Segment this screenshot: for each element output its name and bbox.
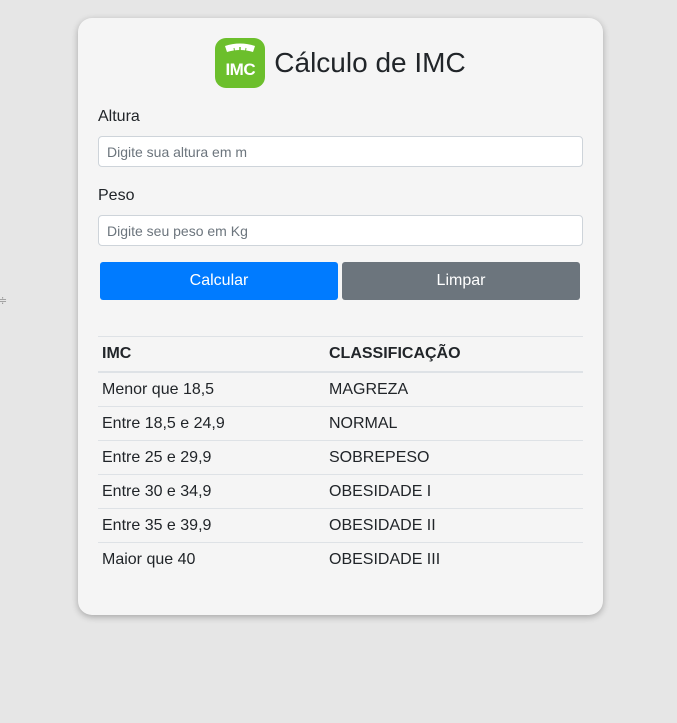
limpar-button[interactable]: Limpar xyxy=(342,262,580,300)
card-header: IMC Cálculo de IMC xyxy=(78,38,603,88)
imc-card: IMC Cálculo de IMC Altura Peso Calcular … xyxy=(78,18,603,615)
table-cell-classificacao: OBESIDADE III xyxy=(325,542,583,576)
table-cell-imc: Entre 30 e 34,9 xyxy=(98,474,325,509)
table-row: Entre 25 e 29,9 SOBREPESO xyxy=(98,440,583,475)
imc-table: IMC CLASSIFICAÇÃO Menor que 18,5 MAGREZA… xyxy=(98,336,583,576)
table-cell-classificacao: OBESIDADE I xyxy=(325,474,583,509)
table-cell-imc: Entre 25 e 29,9 xyxy=(98,440,325,475)
table-cell-classificacao: NORMAL xyxy=(325,406,583,441)
peso-label: Peso xyxy=(98,187,135,204)
table-row: Entre 18,5 e 24,9 NORMAL xyxy=(98,406,583,441)
table-cell-imc: Menor que 18,5 xyxy=(98,371,325,407)
table-header-imc: IMC xyxy=(98,336,325,373)
table-cell-imc: Entre 35 e 39,9 xyxy=(98,508,325,543)
table-row: Menor que 18,5 MAGREZA xyxy=(98,371,583,407)
altura-input[interactable] xyxy=(98,136,583,167)
table-header-row: IMC CLASSIFICAÇÃO xyxy=(98,336,583,373)
page-title: Cálculo de IMC xyxy=(274,47,466,78)
altura-label: Altura xyxy=(98,108,140,125)
logo-text: IMC xyxy=(225,60,256,79)
table-cell-imc: Maior que 40 xyxy=(98,542,325,576)
table-row: Entre 35 e 39,9 OBESIDADE II xyxy=(98,508,583,543)
table-cell-classificacao: SOBREPESO xyxy=(325,440,583,475)
table-cell-imc: Entre 18,5 e 24,9 xyxy=(98,406,325,441)
table-row: Maior que 40 OBESIDADE III xyxy=(98,542,583,576)
table-cell-classificacao: MAGREZA xyxy=(325,371,583,407)
scale-logo-icon: IMC xyxy=(215,38,266,88)
table-header-classificacao: CLASSIFICAÇÃO xyxy=(325,336,583,373)
stray-symbol: ≑ xyxy=(0,294,8,307)
calcular-button[interactable]: Calcular xyxy=(100,262,338,300)
table-row: Entre 30 e 34,9 OBESIDADE I xyxy=(98,474,583,509)
table-cell-classificacao: OBESIDADE II xyxy=(325,508,583,543)
peso-input[interactable] xyxy=(98,215,583,246)
